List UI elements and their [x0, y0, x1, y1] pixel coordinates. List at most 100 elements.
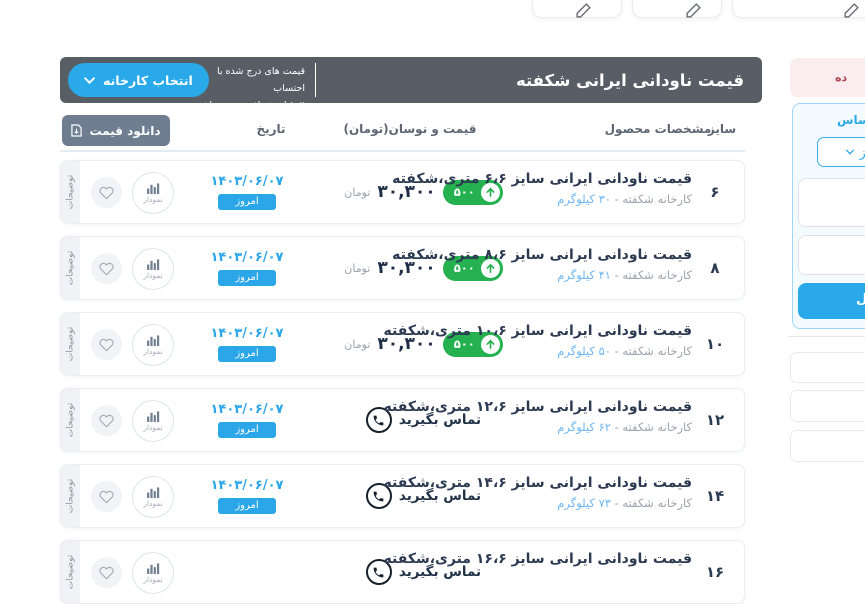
product-link[interactable]: قیمت ناودانی ایرانی سایز ۱۴،۶ متری،شکفته	[384, 475, 692, 491]
price-unit: تومان	[344, 186, 370, 199]
date-text: ۱۴۰۳/۰۶/۰۷	[191, 402, 303, 417]
factory-name: کارخانه شکفته -	[611, 420, 692, 434]
chart-button-label: نمودار	[143, 499, 162, 508]
bar-chart-icon	[146, 563, 161, 574]
pencil-icon	[685, 2, 702, 19]
details-tab-label: توضیحات	[66, 479, 76, 514]
chart-button-label: نمودار	[143, 423, 162, 432]
heart-icon	[99, 566, 114, 580]
chart-button[interactable]: نمودار	[132, 172, 174, 214]
bar-chart-icon	[146, 335, 161, 346]
details-tab[interactable]: توضیحات	[61, 161, 80, 223]
chevron-down-icon	[846, 149, 854, 155]
product-cell: قیمت ناودانی ایرانی سایز ۶،۶ متری،شکفته …	[392, 171, 692, 206]
date-block: ۱۴۰۳/۰۶/۰۷ امروز	[191, 402, 303, 438]
chart-button[interactable]: نمودار	[132, 552, 174, 594]
details-tab[interactable]: توضیحات	[61, 389, 80, 451]
size-value: ۱۰	[694, 313, 736, 375]
price-to-input[interactable]	[798, 235, 865, 275]
today-badge: امروز	[218, 194, 276, 210]
col-header-price: قیمت و نوسان(تومان)	[328, 122, 492, 136]
product-subtitle: کارخانه شکفته - ۴۱ کیلوگرم	[392, 268, 692, 282]
table-row: توضیحات نمودار ۱۴۰۳/۰۶/۰۷ امروز ۵۰۰ ۳۰,۳…	[60, 236, 745, 300]
chart-button-label: نمودار	[143, 271, 162, 280]
table-row: توضیحات نمودار ۱۴۰۳/۰۶/۰۷ امروز تماس بگی…	[60, 388, 745, 452]
sidebar-divider	[788, 336, 865, 337]
chart-button-label: نمودار	[143, 575, 162, 584]
vat-note-line2: ۱۰٪ ارزش افزوده می باشد.	[188, 97, 305, 114]
sidebar-collapsed-box[interactable]	[790, 352, 865, 383]
details-tab[interactable]: توضیحات	[61, 237, 80, 299]
favorite-button[interactable]	[91, 557, 122, 588]
details-tab-label: توضیحات	[66, 251, 76, 286]
size-value: ۱۶	[694, 541, 736, 603]
favorite-button[interactable]	[91, 329, 122, 360]
size-value: ۶	[694, 161, 736, 223]
chart-button-label: نمودار	[143, 347, 162, 356]
toolbar-card[interactable]	[732, 0, 865, 18]
heart-icon	[99, 414, 114, 428]
favorite-button[interactable]	[91, 481, 122, 512]
chart-button[interactable]: نمودار	[132, 476, 174, 518]
factory-name: کارخانه شکفته -	[611, 268, 692, 282]
download-price-button[interactable]: دانلود قیمت	[62, 115, 170, 146]
col-header-product: مشخصات محصول	[596, 122, 720, 136]
filter-panel-title: ساس	[837, 113, 865, 127]
pencil-icon	[843, 2, 860, 19]
apply-filter-label: ل	[856, 292, 865, 307]
toolbar-card[interactable]	[532, 0, 622, 18]
product-cell: قیمت ناودانی ایرانی سایز ۸،۶ متری،شکفته …	[392, 247, 692, 282]
favorite-button[interactable]	[91, 253, 122, 284]
header-divider	[60, 150, 745, 152]
sidebar-collapsed-box[interactable]	[790, 430, 865, 462]
product-link[interactable]: قیمت ناودانی ایرانی سایز ۶،۶ متری،شکفته	[392, 171, 692, 187]
factory-name: کارخانه شکفته -	[611, 496, 692, 510]
product-subtitle: کارخانه شکفته - ۳۰ کیلوگرم	[392, 192, 692, 206]
product-weight: ۶۲ کیلوگرم	[557, 420, 611, 434]
date-block: ۱۴۰۳/۰۶/۰۷ امروز	[191, 326, 303, 362]
chart-button[interactable]: نمودار	[132, 400, 174, 442]
date-text: ۱۴۰۳/۰۶/۰۷	[191, 174, 303, 189]
bar-chart-icon	[146, 183, 161, 194]
price-unit: تومان	[344, 338, 370, 351]
product-subtitle: کارخانه شکفته - ۵۰ کیلوگرم	[384, 344, 692, 358]
date-text: ۱۴۰۳/۰۶/۰۷	[191, 478, 303, 493]
apply-filter-button[interactable]: ل	[798, 283, 865, 319]
chevron-down-icon	[84, 77, 95, 84]
product-subtitle: کارخانه شکفته - ۶۲ کیلوگرم	[384, 420, 692, 434]
favorite-button[interactable]	[91, 405, 122, 436]
today-badge: امروز	[218, 422, 276, 438]
today-badge: امروز	[218, 346, 276, 362]
chart-button-label: نمودار	[143, 195, 162, 204]
price-from-input[interactable]	[798, 178, 865, 227]
heart-icon	[99, 490, 114, 504]
sidebar-collapsed-box[interactable]	[790, 390, 865, 422]
product-cell: قیمت ناودانی ایرانی سایز ۱۰،۶ متری،شکفته…	[384, 323, 692, 358]
details-tab-label: توضیحات	[66, 555, 76, 590]
product-link[interactable]: قیمت ناودانی ایرانی سایز ۱۰،۶ متری،شکفته	[384, 323, 692, 339]
product-cell: قیمت ناودانی ایرانی سایز ۱۴،۶ متری،شکفته…	[384, 475, 692, 510]
size-value: ۱۲	[694, 389, 736, 451]
date-block: ۱۴۰۳/۰۶/۰۷ امروز	[191, 478, 303, 514]
notice-banner-text: ده	[835, 71, 847, 84]
pencil-icon	[575, 2, 592, 19]
details-tab-label: توضیحات	[66, 403, 76, 438]
size-select[interactable]: سایز	[817, 137, 865, 167]
details-tab[interactable]: توضیحات	[61, 541, 80, 603]
chart-button[interactable]: نمودار	[132, 324, 174, 366]
bar-chart-icon	[146, 411, 161, 422]
table-row: توضیحات نمودار ۱۴۰۳/۰۶/۰۷ امروز تماس بگی…	[60, 464, 745, 528]
product-link[interactable]: قیمت ناودانی ایرانی سایز ۱۶،۶ متری،شکفته	[384, 551, 692, 567]
chart-button[interactable]: نمودار	[132, 248, 174, 290]
details-tab[interactable]: توضیحات	[61, 465, 80, 527]
today-badge: امروز	[218, 498, 276, 514]
table-row: توضیحات نمودار ۱۴۰۳/۰۶/۰۷ امروز ۵۰۰ ۳۰,۳…	[60, 312, 745, 376]
date-block: ۱۴۰۳/۰۶/۰۷ امروز	[191, 174, 303, 210]
favorite-button[interactable]	[91, 177, 122, 208]
details-tab[interactable]: توضیحات	[61, 313, 80, 375]
table-row: توضیحات نمودار ۱۴۰۳/۰۶/۰۷ امروز ۵۰۰ ۳۰,۳…	[60, 160, 745, 224]
product-link[interactable]: قیمت ناودانی ایرانی سایز ۱۲،۶ متری،شکفته	[384, 399, 692, 415]
toolbar-card[interactable]	[632, 0, 722, 18]
select-factory-button[interactable]: انتخاب کارخانه	[68, 63, 209, 97]
product-link[interactable]: قیمت ناودانی ایرانی سایز ۸،۶ متری،شکفته	[392, 247, 692, 263]
